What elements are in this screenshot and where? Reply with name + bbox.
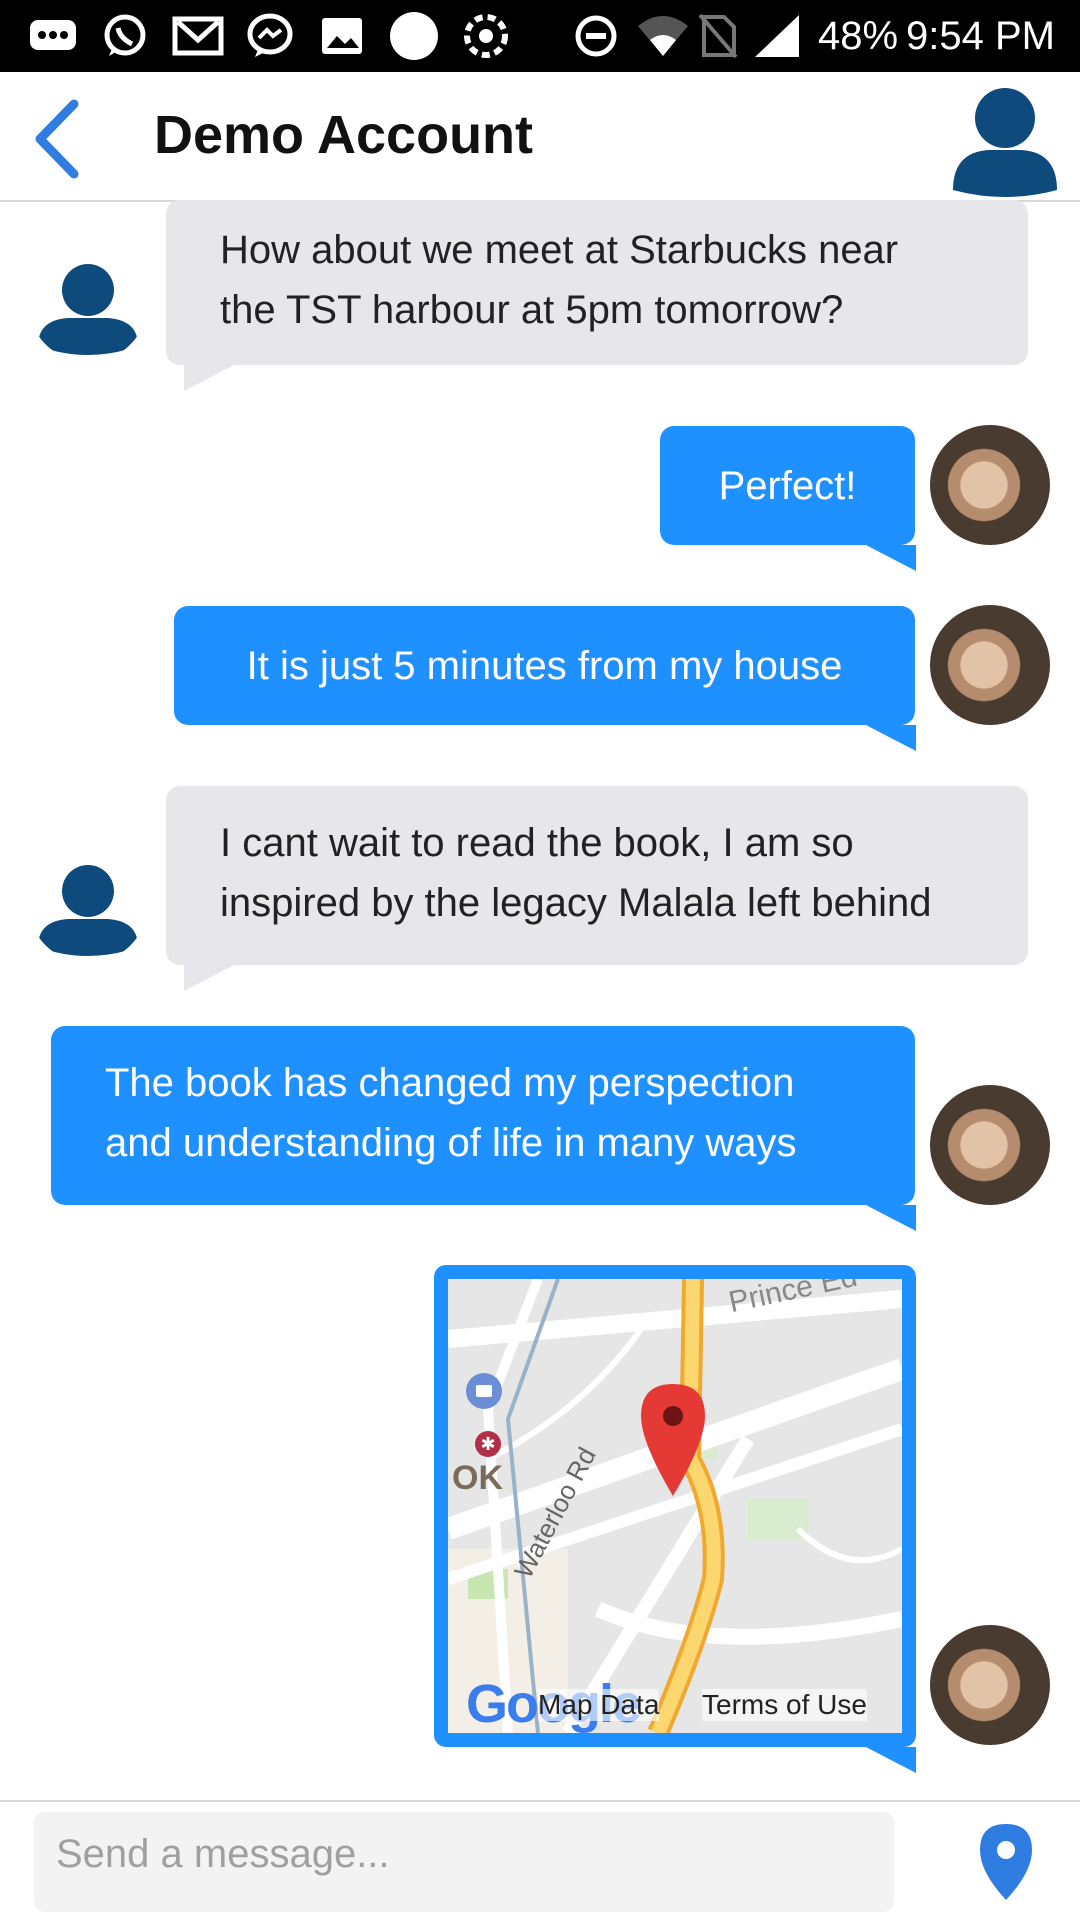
more-icon: [28, 14, 78, 58]
message-text: I cant wait to read the book, I am so in…: [220, 821, 932, 925]
map-data-link[interactable]: Map Data: [538, 1689, 660, 1721]
bubble-tail: [866, 725, 916, 751]
gallery-icon: [320, 14, 364, 58]
bubble-tail: [866, 1205, 916, 1231]
message-text: It is just 5 minutes from my house: [246, 644, 843, 688]
wifi-icon: [636, 14, 690, 58]
bubble-tail: [184, 365, 234, 391]
message-composer: Send a message...: [0, 1800, 1080, 1920]
self-avatar: [930, 1085, 1050, 1205]
battery-level: 48%: [818, 14, 899, 58]
map-message[interactable]: ✱ Prince Ed Waterloo Rd OK Google Map Da…: [434, 1265, 916, 1747]
user-avatar-icon: [38, 264, 138, 355]
chevron-left-icon: [35, 99, 79, 179]
map-area-label: OK: [452, 1459, 503, 1497]
back-button[interactable]: [26, 96, 86, 182]
page-title: Demo Account: [154, 105, 534, 165]
whatsapp-icon: [100, 14, 150, 58]
sender-avatar: [28, 843, 148, 963]
status-bar: 48% 9:54 PM: [0, 0, 1080, 72]
bubble-tail: [184, 965, 234, 991]
chat-header: Demo Account: [0, 72, 1080, 202]
user-avatar-icon: [38, 865, 138, 956]
svg-text:✱: ✱: [480, 1434, 495, 1455]
message-text: Perfect!: [718, 464, 857, 508]
message-bubble-outgoing[interactable]: It is just 5 minutes from my house: [174, 606, 915, 725]
message-text: The book has changed my perspection and …: [105, 1061, 797, 1165]
message-bubble-incoming[interactable]: How about we meet at Starbucks near the …: [166, 200, 1028, 365]
map-graphic: ✱: [448, 1279, 902, 1733]
circle-icon: [388, 12, 440, 60]
sender-avatar: [28, 242, 148, 362]
contact-avatar[interactable]: [945, 78, 1065, 198]
terms-of-use-link[interactable]: Terms of Use: [702, 1689, 867, 1721]
self-avatar: [930, 1625, 1050, 1745]
user-avatar-icon: [953, 88, 1057, 197]
dnd-icon: [574, 14, 618, 58]
messenger-icon: [244, 13, 296, 58]
message-text: How about we meet at Starbucks near the …: [220, 228, 899, 332]
message-bubble-incoming[interactable]: I cant wait to read the book, I am so in…: [166, 786, 1028, 965]
send-location-button[interactable]: [978, 1822, 1034, 1902]
bubble-tail: [866, 1747, 916, 1773]
map-preview[interactable]: ✱ Prince Ed Waterloo Rd OK Google Map Da…: [448, 1279, 902, 1733]
location-pin-icon: [980, 1824, 1032, 1900]
sync-icon: [460, 14, 512, 58]
message-bubble-outgoing[interactable]: Perfect!: [660, 426, 915, 545]
self-avatar: [930, 425, 1050, 545]
message-input-placeholder: Send a message...: [56, 1832, 390, 1876]
message-bubble-outgoing[interactable]: The book has changed my perspection and …: [51, 1026, 915, 1205]
no-sim-icon: [696, 13, 740, 59]
status-time: 9:54 PM: [906, 14, 1055, 58]
gmail-icon: [172, 14, 224, 58]
message-input[interactable]: Send a message...: [34, 1812, 894, 1912]
self-avatar: [930, 605, 1050, 725]
signal-icon: [752, 14, 802, 58]
bubble-tail: [866, 545, 916, 571]
